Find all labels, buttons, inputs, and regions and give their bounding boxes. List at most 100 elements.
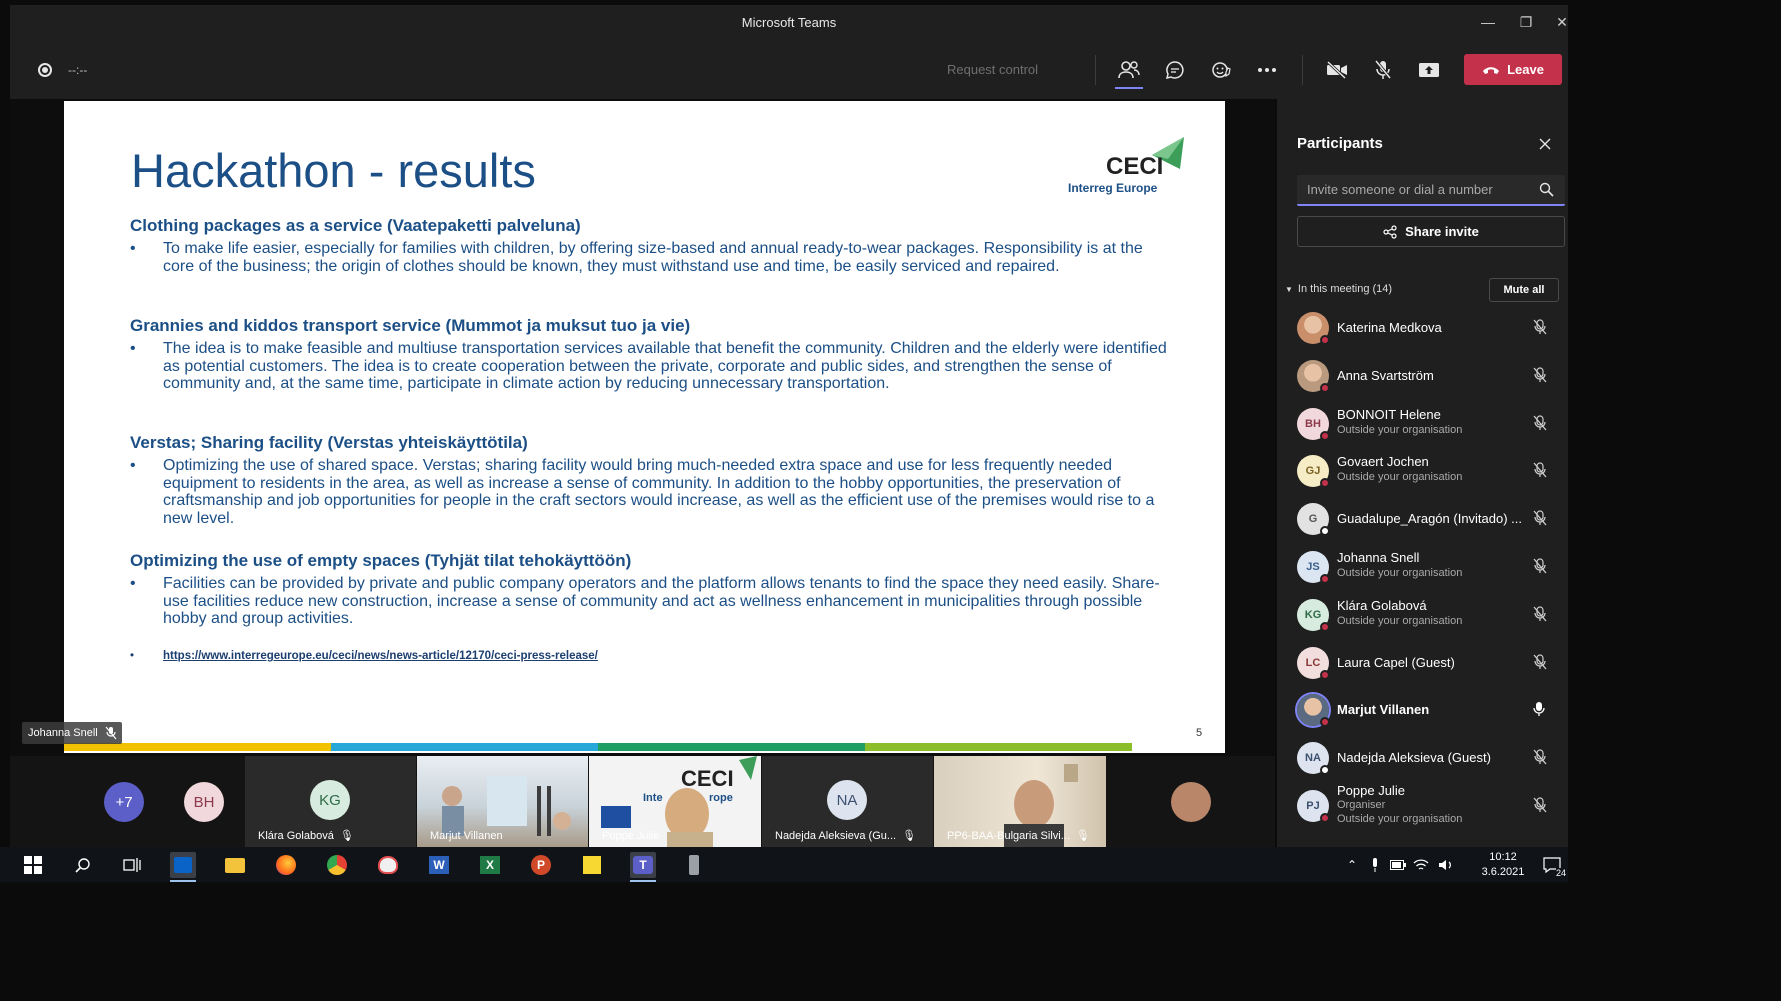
shared-content-stage: Hackathon - results CECI Interreg Europe… — [10, 99, 1275, 756]
battery-tray-icon[interactable] — [1389, 852, 1407, 878]
participant-initials: NA — [1305, 752, 1321, 765]
mic-off-icon[interactable] — [1533, 414, 1547, 436]
mic-off-icon[interactable] — [1533, 367, 1547, 388]
participant-row[interactable]: GJ Govaert Jochen Outside your organisatio… — [1277, 448, 1568, 496]
participant-row[interactable]: Marjut Villanen — [1277, 687, 1568, 735]
speaker-icon — [1439, 860, 1451, 870]
participant-avatar: LC — [1297, 646, 1330, 680]
outlook-app[interactable] — [170, 852, 196, 882]
mic-off-icon[interactable] — [1533, 653, 1547, 675]
slide-color-bar — [64, 743, 1132, 751]
section-body: To make life easier, especially for fami… — [130, 240, 1170, 275]
mic-tray-icon[interactable] — [1366, 852, 1384, 878]
presence-status-icon — [1320, 526, 1330, 537]
participant-row[interactable]: JS Johanna Snell Outside your organisation — [1277, 544, 1568, 592]
mic-off-icon[interactable] — [1533, 462, 1547, 483]
mic-on-icon[interactable] — [1533, 701, 1545, 722]
restore-button[interactable]: ❐ — [1511, 11, 1541, 33]
paint-app[interactable] — [375, 852, 401, 878]
participant-name: Klára Golabová — [1337, 597, 1427, 613]
participant-avatar — [1297, 312, 1330, 345]
tile-label: Marjut Villanen — [430, 830, 503, 842]
search-taskbar-button[interactable] — [70, 852, 96, 878]
tile-name: Nadejda Aleksieva (Gu... — [775, 829, 897, 842]
show-hidden-icons-button[interactable]: ⌃ — [1343, 852, 1361, 878]
people-icon — [1118, 61, 1140, 79]
chrome-app[interactable] — [324, 852, 350, 878]
window-title: Microsoft Teams — [741, 15, 837, 30]
sticky-notes-app[interactable] — [579, 852, 605, 878]
slide-page-number: 5 — [1196, 727, 1203, 739]
participant-row[interactable]: KG Klára Golabová Outside your organisatio… — [1277, 592, 1568, 640]
video-tile-klara[interactable]: KG Klára Golabová 🎙 — [245, 756, 416, 847]
participant-row[interactable]: BH BONNOIT Helene Outside your organisatio… — [1277, 401, 1568, 449]
chat-icon — [1165, 61, 1184, 80]
participant-row[interactable]: Katerina Medkova — [1277, 305, 1568, 353]
mic-off-icon[interactable] — [1533, 558, 1547, 579]
video-tile-bulgaria[interactable]: PP6-BAA-Bulgaria Silvi... 🎙 — [934, 756, 1106, 847]
slide-title: Hackathon - results — [131, 144, 536, 197]
mic-toggle-button[interactable] — [1367, 55, 1399, 85]
more-actions-button[interactable] — [1251, 55, 1283, 85]
excel-app[interactable]: X — [477, 852, 503, 878]
participant-row[interactable]: NA Nadejda Aleksieva (Guest) — [1277, 735, 1568, 783]
mic-off-icon[interactable] — [1533, 749, 1547, 770]
start-button[interactable] — [20, 852, 46, 878]
participant-row[interactable]: PJ Poppe Julie Organiser Outside your organ… — [1277, 783, 1568, 831]
minimize-button[interactable]: — — [1473, 11, 1503, 33]
presence-status-icon — [1320, 573, 1330, 584]
video-gallery: +7 BH KG Klára Golabová 🎙 Marjut Villanen… — [10, 756, 1275, 847]
device-app[interactable] — [681, 852, 707, 878]
invite-input[interactable] — [1307, 182, 1527, 197]
close-window-button[interactable]: ✕ — [1547, 11, 1577, 33]
participants-button[interactable] — [1113, 55, 1145, 89]
mute-all-button[interactable]: Mute all — [1489, 278, 1559, 302]
toolbar-divider — [1095, 55, 1096, 85]
wifi-tray-icon[interactable] — [1412, 852, 1430, 878]
powerpoint-app[interactable]: P — [528, 852, 554, 878]
tile-logo-word: CECI — [681, 766, 734, 791]
in-meeting-toggle[interactable]: ▼ In this meeting (14) — [1285, 283, 1392, 295]
powerpoint-icon: P — [531, 855, 551, 875]
mic-off-icon[interactable] — [1533, 606, 1547, 627]
color-bar-segment — [64, 743, 331, 751]
share-invite-button[interactable]: Share invite — [1297, 216, 1565, 247]
notifications-button[interactable]: 24 — [1538, 852, 1566, 878]
tile-name: PP6-BAA-Bulgaria Silvi... — [947, 829, 1070, 842]
participant-row[interactable]: LC Laura Capel (Guest) — [1277, 640, 1568, 688]
word-app[interactable]: W — [426, 852, 452, 878]
leave-button[interactable]: Leave — [1464, 54, 1562, 85]
press-release-link[interactable]: https://www.interregeurope.eu/ceci/news/… — [130, 650, 598, 662]
participant-name: Govaert Jochen — [1337, 454, 1429, 470]
teams-app[interactable]: T — [630, 852, 656, 882]
share-screen-button[interactable] — [1413, 55, 1445, 85]
presence-status-icon — [1320, 812, 1330, 823]
gallery-avatar-photo[interactable] — [1171, 782, 1211, 822]
reactions-button[interactable] — [1205, 55, 1237, 85]
file-explorer-app[interactable] — [222, 852, 248, 878]
system-clock[interactable]: 10:12 3.6.2021 — [1478, 850, 1528, 880]
tile-avatar: KG — [310, 780, 350, 820]
participant-row[interactable]: Anna Svartström — [1277, 353, 1568, 401]
task-view-button[interactable] — [119, 852, 145, 878]
invite-search-box[interactable] — [1297, 175, 1565, 206]
ceci-logo-sub: Interreg Europe — [1068, 181, 1158, 195]
excel-icon: X — [480, 856, 500, 874]
overflow-participants-button[interactable]: +7 — [104, 782, 144, 822]
request-control-button[interactable]: Request control — [947, 62, 1038, 77]
close-pane-button[interactable] — [1539, 137, 1551, 155]
video-tile-nadejda[interactable]: NA Nadejda Aleksieva (Gu... 🎙 — [762, 756, 933, 847]
camera-toggle-button[interactable] — [1321, 55, 1353, 85]
notification-count: 24 — [1555, 868, 1566, 878]
firefox-app[interactable] — [273, 852, 299, 878]
palette-icon — [378, 856, 398, 874]
mic-off-icon[interactable] — [1533, 319, 1547, 340]
gallery-avatar-bh[interactable]: BH — [184, 782, 224, 822]
mic-off-icon[interactable] — [1533, 797, 1547, 818]
mic-off-icon[interactable] — [1533, 510, 1547, 531]
chat-button[interactable] — [1159, 55, 1191, 85]
video-tile-poppe[interactable]: CECI Inte rope Poppe Julie — [589, 756, 761, 847]
participant-row[interactable]: G Guadalupe_Aragón (Invitado) ... — [1277, 496, 1568, 544]
volume-tray-icon[interactable] — [1437, 852, 1455, 878]
video-tile-marjut[interactable]: Marjut Villanen — [417, 756, 588, 847]
